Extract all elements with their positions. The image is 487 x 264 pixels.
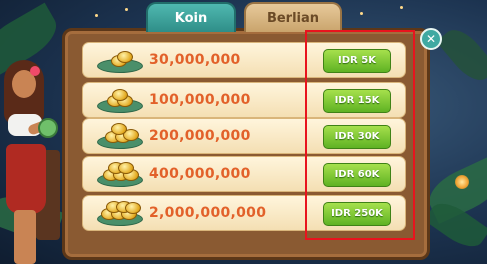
close-button[interactable]: ✕ [420,28,442,50]
coin-stack-icon [97,47,143,73]
price-highlight-box [305,30,415,240]
tab-koin[interactable]: Koin [146,2,236,32]
close-icon: ✕ [425,32,437,46]
coconut-drink-icon [38,118,58,138]
light-sparkle [95,14,98,17]
light-sparkle [360,12,363,15]
background-leaf [436,22,487,88]
coin-amount: 200,000,000 [149,128,251,144]
light-sparkle [400,6,403,9]
coin-stack-icon [97,87,143,113]
coin-amount: 100,000,000 [149,92,251,108]
light-sparkle [125,8,128,11]
shopkeeper-character [0,60,62,264]
coin-amount: 30,000,000 [149,52,241,68]
lantern-icon [455,175,469,189]
tab-berlian[interactable]: Berlian [244,2,342,32]
coin-stack-icon [97,200,143,226]
coin-stack-icon [97,161,143,187]
coin-stack-icon [97,123,143,149]
coin-amount: 400,000,000 [149,166,251,182]
coin-amount: 2,000,000,000 [149,205,267,221]
